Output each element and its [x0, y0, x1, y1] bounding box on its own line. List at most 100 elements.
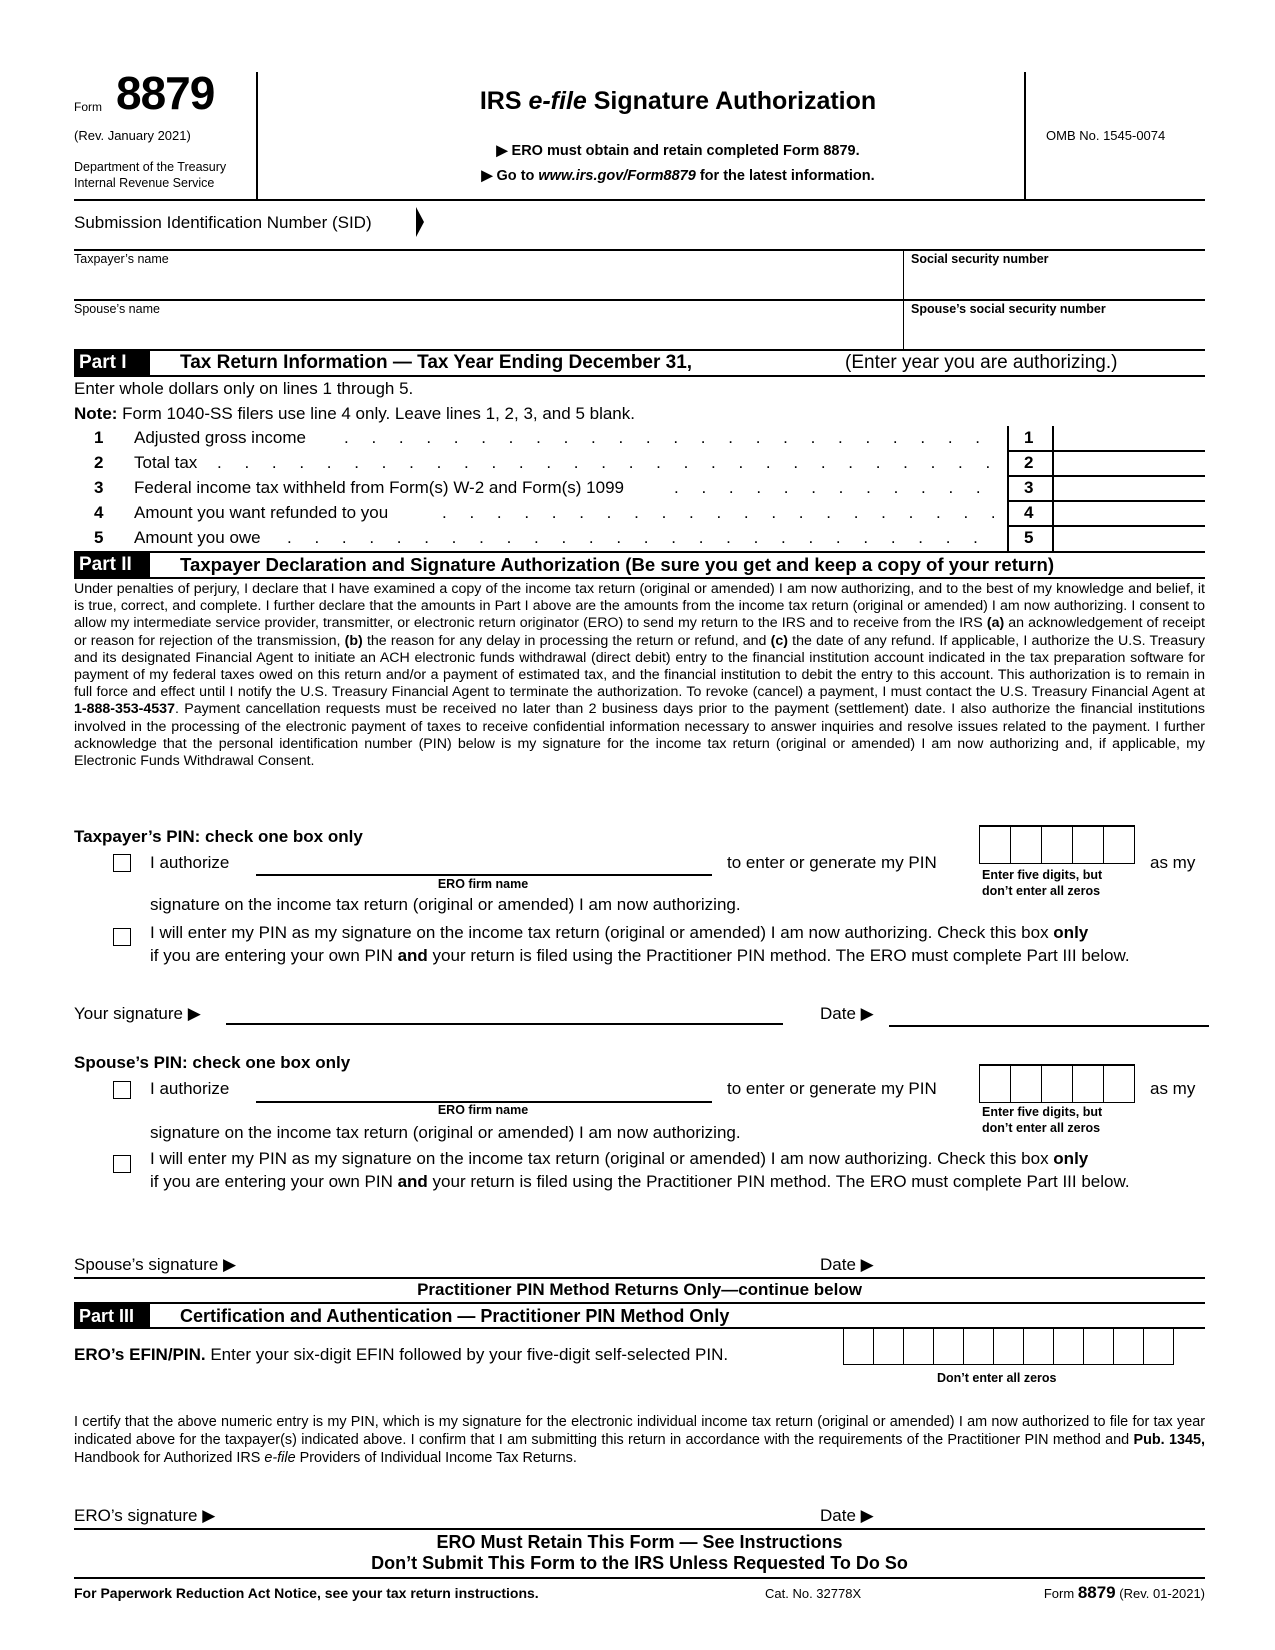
sid-input[interactable] [432, 208, 936, 238]
line-2-amount-input[interactable] [1056, 452, 1206, 476]
spouse-name-input[interactable] [74, 318, 898, 348]
line-item-2: 2 Total tax . . . . . . . . . . . . . . … [74, 451, 1206, 477]
spouse-authorize-checkbox[interactable] [113, 1081, 131, 1099]
spouse-date-label: Date ▶ [820, 1255, 874, 1274]
spouse-ero-firm-input[interactable] [256, 1077, 712, 1103]
part3-title: Certification and Authentication — Pract… [180, 1306, 730, 1326]
pub-1345: Pub. 1345, [1133, 1432, 1205, 1448]
efin-digit-box[interactable] [1144, 1328, 1173, 1364]
line-number: 4 [94, 503, 104, 522]
declaration-bold: (b) [344, 632, 363, 649]
leader-dots: . . . . . . . . . . . . . . . . . . . . … [217, 453, 994, 472]
spouse-name-label: Spouse’s name [74, 302, 160, 316]
line-box-number: 2 [1024, 453, 1034, 472]
your-signature-label: Your signature ▶ [74, 1004, 201, 1023]
efin-label: ERO’s EFIN/PIN. [74, 1345, 206, 1364]
line-3-amount-input[interactable] [1056, 477, 1206, 501]
spouse-signature-rule [74, 1277, 1205, 1279]
title-suffix: Signature Authorization [586, 87, 877, 115]
line-4-amount-input[interactable] [1056, 502, 1206, 526]
efin-digit-box[interactable] [904, 1328, 934, 1364]
note-text: Form 1040-SS filers use line 4 only. Lea… [117, 404, 635, 423]
line-5-amount-input[interactable] [1056, 527, 1206, 551]
instruction-website: ▶ Go to www.irs.gov/Form8879 for the lat… [258, 168, 1098, 184]
taxpayer-authorize-checkbox[interactable] [113, 854, 131, 872]
spouse-pin-boxes[interactable] [979, 1064, 1135, 1103]
omb-number: OMB No. 1545-0074 [1046, 128, 1166, 143]
self-enter-bold: and [397, 1171, 428, 1191]
your-signature-line[interactable] [226, 1023, 783, 1025]
part2-title: Taxpayer Declaration and Signature Autho… [180, 554, 1055, 575]
declaration-part: the reason for any delay in processing t… [362, 632, 771, 649]
efin-digit-box[interactable] [1114, 1328, 1144, 1364]
efin-digit-box[interactable] [874, 1328, 904, 1364]
department: Department of the Treasury [74, 160, 227, 174]
taxpayer-name-input[interactable] [74, 268, 898, 298]
tax-year-hint: (Enter year you are authorizing.) [845, 352, 1118, 373]
efin-digit-box[interactable] [844, 1328, 874, 1364]
efin-digit-box[interactable] [934, 1328, 964, 1364]
taxpayer-date-input[interactable] [889, 1001, 1209, 1027]
line-item-1: 1 Adjusted gross income . . . . . . . . … [74, 426, 1206, 452]
efin-pin-boxes[interactable] [843, 1328, 1174, 1365]
line-label: Federal income tax withheld from Form(s)… [134, 478, 625, 497]
pin-digit-box[interactable] [1011, 1066, 1042, 1102]
line-number: 1 [94, 428, 104, 447]
taxpayer-self-enter-checkbox[interactable] [113, 928, 131, 946]
pin-digit-box[interactable] [1104, 827, 1134, 863]
certify-efile: e-file [264, 1450, 296, 1466]
spouse-ssn-input[interactable] [911, 318, 1205, 348]
title-efile: e-file [528, 87, 587, 115]
pin-digit-box[interactable] [1104, 1066, 1134, 1102]
declaration-bold: (c) [770, 632, 788, 649]
spouse-pin-heading: Spouse’s PIN: check one box only [74, 1053, 351, 1072]
pin-digit-box[interactable] [1073, 1066, 1104, 1102]
pin-digit-box[interactable] [980, 827, 1011, 863]
spouse-authorize-label: I authorize [150, 1079, 230, 1098]
efin-digit-box[interactable] [1084, 1328, 1114, 1364]
taxpayer-pin-boxes[interactable] [979, 825, 1135, 864]
taxpayer-ero-firm-input[interactable] [256, 850, 712, 876]
pin-digit-box[interactable] [1042, 1066, 1073, 1102]
ero-signature-rule [74, 1528, 1205, 1530]
paperwork-notice: For Paperwork Reduction Act Notice, see … [74, 1585, 539, 1601]
enter-generate-text: to enter or generate my PIN [727, 1079, 937, 1098]
ssn-label: Social security number [911, 252, 1049, 266]
footer-form-word: Form [1043, 1586, 1078, 1601]
part1-lines: 1 Adjusted gross income . . . . . . . . … [74, 426, 1206, 552]
spouse-ssn-label: Spouse’s social security number [911, 302, 1106, 316]
efin-text: Enter your six-digit EFIN followed by yo… [205, 1345, 729, 1364]
declaration-part: . Payment cancellation requests must be … [74, 701, 1205, 770]
certification-text: I certify that the above numeric entry i… [74, 1413, 1205, 1467]
self-enter-part: if you are entering your own PIN [150, 1171, 398, 1191]
self-enter-bold: only [1053, 923, 1089, 942]
line-number: 2 [94, 453, 104, 472]
line-box-number: 1 [1024, 428, 1034, 447]
taxpayer-name-label: Taxpayer’s name [74, 252, 169, 266]
spouse-self-enter-checkbox[interactable] [113, 1155, 131, 1173]
efin-digit-box[interactable] [1024, 1328, 1054, 1364]
sid-label: Submission Identification Number (SID) [74, 213, 372, 232]
signature-continuation: signature on the income tax return (orig… [150, 1123, 741, 1142]
note-label: Note: [74, 404, 118, 423]
efin-digit-box[interactable] [964, 1328, 994, 1364]
catalog-number: Cat. No. 32778X [765, 1586, 862, 1601]
efin-digit-box[interactable] [994, 1328, 1024, 1364]
form-revision: (Rev. January 2021) [74, 128, 191, 143]
ssn-input[interactable] [911, 268, 1205, 298]
line-1-amount-input[interactable] [1056, 427, 1206, 451]
names-middle-rule [74, 299, 1205, 301]
efin-digit-box[interactable] [1054, 1328, 1084, 1364]
pin-hint-line-2: don’t enter all zeros [982, 1121, 1101, 1135]
irs-form-link[interactable]: www.irs.gov/Form8879 [538, 168, 695, 184]
pin-digit-box[interactable] [980, 1066, 1011, 1102]
leader-dots: . . . . . . . . . . . . . . . . . . . . … [442, 503, 994, 522]
taxpayer-authorize-label: I authorize [150, 853, 230, 872]
ero-firm-caption: ERO firm name [437, 1103, 529, 1117]
pin-digit-box[interactable] [1073, 827, 1104, 863]
certify-part: I certify that the above numeric entry i… [74, 1414, 1205, 1448]
self-enter-bold: only [1053, 1149, 1089, 1168]
pin-digit-box[interactable] [1011, 827, 1042, 863]
pin-digit-box[interactable] [1042, 827, 1073, 863]
tax-year-input[interactable] [756, 352, 840, 376]
